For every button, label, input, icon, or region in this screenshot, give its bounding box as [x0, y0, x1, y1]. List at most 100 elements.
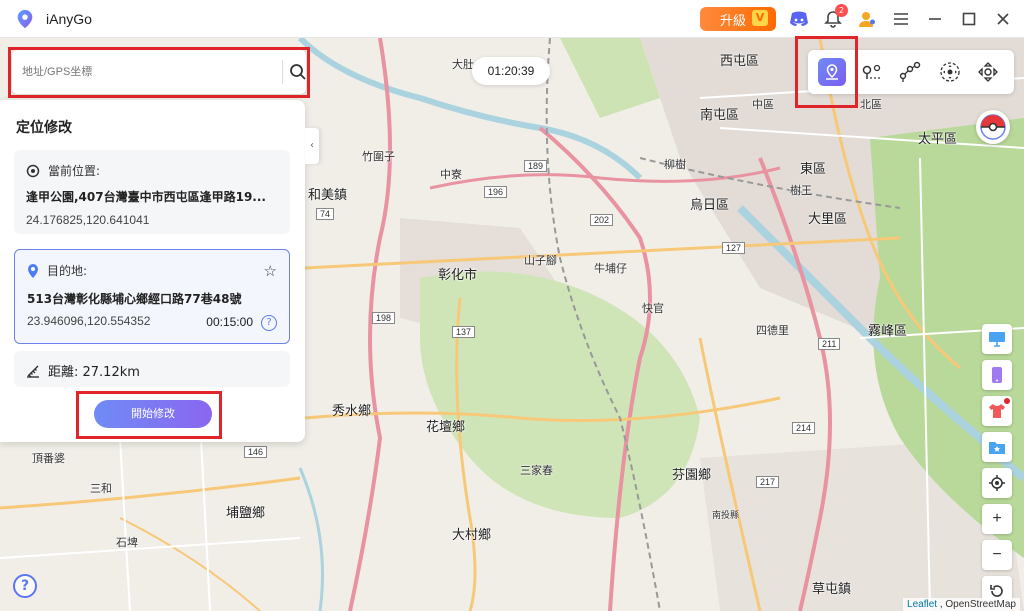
computer-device-icon[interactable]	[982, 324, 1012, 354]
map-label: 柳樹	[664, 159, 686, 171]
leaflet-link[interactable]: Leaflet	[907, 599, 937, 610]
favorite-star-icon[interactable]: ☆	[264, 262, 277, 280]
locate-me-icon[interactable]	[982, 468, 1012, 498]
road-shield: 217	[756, 476, 780, 488]
upgrade-button[interactable]: 升級 V	[699, 7, 776, 31]
road-shield: 137	[452, 326, 476, 338]
maximize-icon[interactable]	[958, 8, 980, 30]
menu-icon[interactable]	[890, 8, 912, 30]
map-label: 快官	[642, 303, 664, 315]
road-shield: 211	[818, 338, 841, 350]
destination-card: 目的地: ☆ 513台灣彰化縣埔心鄉經口路77巷48號 23.946096,12…	[14, 249, 290, 344]
map-label: 四德里	[756, 325, 789, 337]
road-shield: 146	[244, 446, 268, 458]
favorites-folder-icon[interactable]	[982, 432, 1012, 462]
map-label: 三家春	[520, 465, 553, 477]
app-title: iAnyGo	[46, 10, 92, 27]
map-label: 埔鹽鄉	[226, 505, 266, 520]
road-shield: 196	[484, 186, 508, 198]
search-icon[interactable]	[288, 62, 308, 82]
upgrade-label: 升級	[719, 13, 746, 29]
search-input[interactable]	[22, 58, 277, 86]
map-label: 草屯鎮	[812, 581, 852, 596]
zoom-in-button[interactable]: +	[982, 504, 1012, 534]
road-shield: 214	[792, 422, 816, 434]
destination-label: 目的地:	[47, 264, 88, 278]
map-attribution: Leaflet , OpenStreetMap	[903, 598, 1020, 611]
map-label: 芬園鄉	[672, 467, 712, 482]
two-spot-mode-icon[interactable]	[858, 58, 886, 86]
collapse-panel-chevron-icon[interactable]: ‹	[305, 128, 319, 164]
map-label: 彰化市	[438, 267, 478, 282]
joystick-mode-icon[interactable]	[936, 58, 964, 86]
road-shield: 74	[316, 208, 335, 220]
map-label: 大里區	[808, 211, 848, 226]
map-label: 東區	[800, 161, 827, 176]
search-bar	[12, 50, 306, 94]
map-label: 霧峰區	[868, 323, 908, 338]
discord-icon[interactable]	[788, 8, 810, 30]
map-label: 三和	[90, 483, 112, 495]
map-label: 和美鎮	[308, 187, 348, 202]
road-shield: 189	[524, 160, 548, 172]
road-shield: 202	[590, 214, 614, 226]
map-label: 牛埔仔	[594, 263, 627, 275]
map-label: 中寮	[440, 169, 462, 181]
map-label: 中區	[752, 99, 774, 111]
destination-coords: 23.946096,120.554352	[27, 314, 151, 328]
distance-card: 距離: 27.12km	[14, 351, 290, 387]
phone-device-icon[interactable]	[982, 360, 1012, 390]
new-indicator	[1004, 398, 1010, 404]
map-label: 樹王	[790, 185, 812, 197]
shirt-icon[interactable]	[982, 396, 1012, 426]
current-coords: 24.176825,120.641041	[26, 213, 150, 227]
map-label: 大村鄉	[452, 527, 492, 542]
search-divider	[282, 60, 283, 84]
close-icon[interactable]	[992, 8, 1014, 30]
location-panel: 定位修改 當前位置: 逢甲公園,407台灣臺中市西屯區逢甲路19... 24.1…	[0, 100, 305, 442]
location-pin-icon	[28, 263, 38, 278]
osm-link[interactable]: OpenStreetMap	[945, 599, 1016, 610]
road-shield: 127	[722, 242, 746, 254]
pokemon-go-icon[interactable]	[976, 110, 1010, 144]
map-label: 竹圍子	[362, 151, 395, 163]
help-circle-icon[interactable]: ?	[261, 315, 277, 331]
destination-address: 513台灣彰化縣埔心鄉經口路77巷48號	[27, 292, 242, 306]
crown-icon: V	[752, 10, 768, 26]
help-button[interactable]: ?	[13, 574, 37, 598]
start-modify-button[interactable]: 開始修改	[94, 400, 212, 428]
map-label: 花壇鄉	[426, 419, 466, 434]
movement-timer: 01:20:39	[472, 57, 550, 85]
side-toolbar: + −	[982, 324, 1012, 611]
map-label: 南屯區	[700, 107, 740, 122]
notification-badge: 2	[835, 4, 848, 17]
bell-icon[interactable]: 2	[822, 4, 848, 30]
map-label: 太平區	[918, 131, 958, 146]
map-label: 秀水鄉	[332, 403, 372, 418]
direction-control-icon[interactable]	[974, 58, 1002, 86]
panel-title: 定位修改	[16, 120, 72, 136]
title-bar: iAnyGo 升級 V 2	[0, 0, 1024, 38]
map-label: 北區	[860, 99, 882, 111]
user-icon[interactable]	[856, 8, 878, 30]
minimize-icon[interactable]	[924, 8, 946, 30]
road-shield: 198	[372, 312, 396, 324]
travel-time: 00:15:00	[206, 315, 253, 329]
mode-toolbar	[808, 50, 1014, 94]
zoom-out-button[interactable]: −	[982, 540, 1012, 570]
current-address: 逢甲公園,407台灣臺中市西屯區逢甲路19...	[26, 190, 266, 204]
target-icon	[26, 164, 40, 177]
current-location-label: 當前位置:	[48, 164, 101, 178]
distance-text: 距離: 27.12km	[48, 365, 140, 380]
map-label: 烏日區	[690, 197, 730, 212]
multi-spot-mode-icon[interactable]	[896, 58, 924, 86]
app-logo-icon	[17, 9, 33, 28]
current-location-card: 當前位置: 逢甲公園,407台灣臺中市西屯區逢甲路19... 24.176825…	[14, 150, 290, 234]
map-label: 西屯區	[720, 53, 760, 68]
teleport-mode-icon[interactable]	[818, 58, 846, 86]
map-label: 頂番婆	[32, 453, 65, 465]
map-label: 山子腳	[524, 255, 557, 267]
map-label: 石埤	[116, 537, 138, 549]
map-label: 大肚	[452, 59, 474, 71]
ruler-icon	[27, 365, 39, 378]
